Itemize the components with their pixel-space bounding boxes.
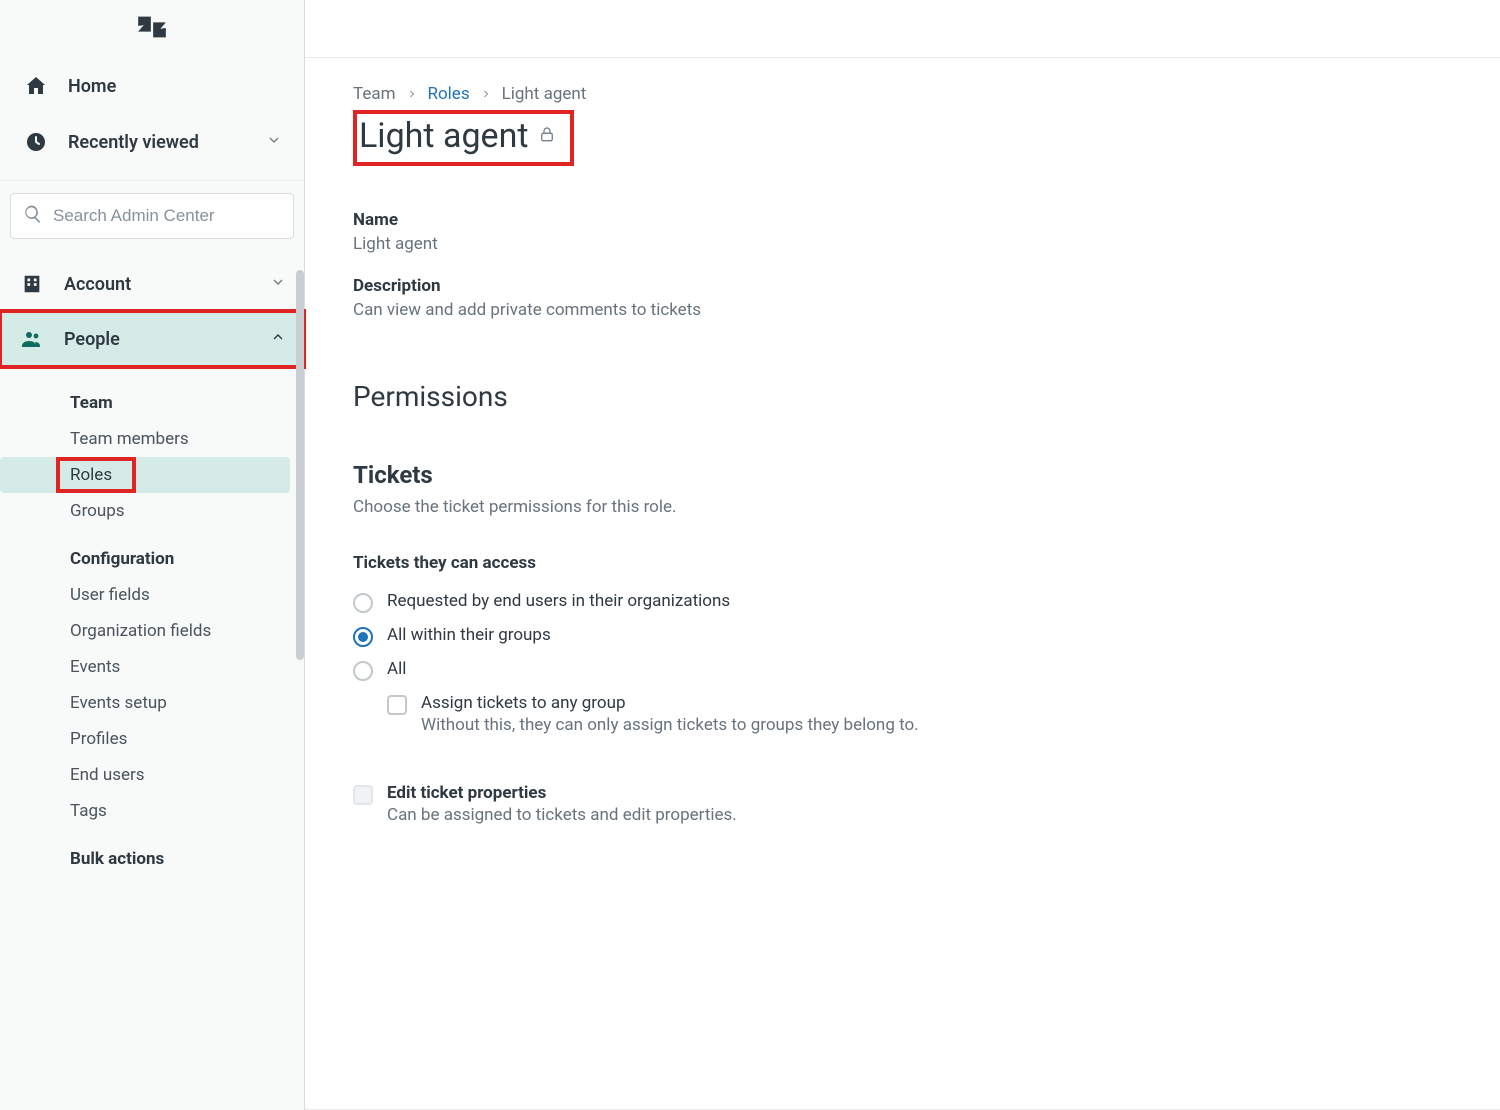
edit-props-group: Edit ticket properties Can be assigned t…	[353, 777, 1452, 831]
assign-any-group-desc: Without this, they can only assign ticke…	[421, 715, 919, 735]
breadcrumb-team: Team	[353, 84, 396, 104]
search-box[interactable]	[10, 193, 294, 239]
description-label: Description	[353, 276, 1452, 296]
page-title-highlight: Light agent	[353, 110, 574, 166]
subnav-heading-team: Team	[0, 373, 304, 421]
chevron-down-icon	[266, 132, 282, 153]
nav-recently-viewed[interactable]: Recently viewed	[0, 114, 304, 170]
subnav-heading-configuration: Configuration	[0, 529, 304, 577]
subnav-events[interactable]: Events	[0, 649, 290, 685]
nav-home[interactable]: Home	[0, 58, 304, 114]
checkbox-icon	[353, 785, 373, 805]
subnav-heading-bulk-actions: Bulk actions	[0, 829, 304, 877]
subnav-organization-fields[interactable]: Organization fields	[0, 613, 290, 649]
nav-recent-label: Recently viewed	[68, 132, 248, 153]
assign-any-group-label: Assign tickets to any group	[421, 693, 919, 713]
permissions-heading: Permissions	[353, 380, 1452, 413]
name-value: Light agent	[353, 234, 1452, 254]
clock-icon	[22, 128, 50, 156]
topbar	[305, 0, 1500, 58]
nav-home-label: Home	[68, 76, 282, 97]
building-icon	[18, 273, 46, 295]
subnav-profiles[interactable]: Profiles	[0, 721, 290, 757]
name-label: Name	[353, 210, 1452, 230]
section-account[interactable]: Account	[0, 257, 304, 311]
people-icon	[18, 327, 46, 351]
subnav-events-setup[interactable]: Events setup	[0, 685, 290, 721]
scrollbar-thumb[interactable]	[296, 270, 304, 660]
radio-groups[interactable]: All within their groups	[353, 619, 1452, 653]
tickets-access-group: Tickets they can access Requested by end…	[353, 553, 1452, 741]
edit-props-label: Edit ticket properties	[387, 783, 737, 803]
subnav-end-users[interactable]: End users	[0, 757, 290, 793]
brand-logo	[0, 0, 304, 58]
breadcrumb-current: Light agent	[502, 84, 587, 104]
edit-props-desc: Can be assigned to tickets and edit prop…	[387, 805, 737, 825]
page-title: Light agent	[359, 116, 528, 156]
chevron-right-icon	[406, 88, 418, 100]
section-account-label: Account	[64, 274, 252, 295]
lock-icon	[538, 124, 556, 148]
section-people[interactable]: People	[0, 311, 304, 367]
check-assign-any-group[interactable]: Assign tickets to any group Without this…	[353, 687, 1452, 741]
radio-icon	[353, 593, 373, 613]
field-description: Description Can view and add private com…	[353, 276, 1452, 320]
radio-org[interactable]: Requested by end users in their organiza…	[353, 585, 1452, 619]
content: Team Roles Light agent Light agent Name …	[305, 58, 1500, 1110]
main: Team Roles Light agent Light agent Name …	[305, 0, 1500, 1110]
section-people-label: People	[64, 329, 252, 350]
tickets-heading: Tickets	[353, 461, 1452, 489]
radio-all-label: All	[387, 659, 406, 679]
subnav-roles[interactable]: Roles	[0, 457, 290, 493]
search-input[interactable]	[53, 206, 281, 226]
radio-icon	[353, 661, 373, 681]
tickets-access-label: Tickets they can access	[353, 553, 1452, 573]
chevron-right-icon	[480, 88, 492, 100]
people-subnav: Team Team members Roles Groups Configura…	[0, 367, 304, 897]
tickets-desc: Choose the ticket permissions for this r…	[353, 497, 1452, 517]
subnav-groups[interactable]: Groups	[0, 493, 290, 529]
breadcrumb: Team Roles Light agent	[353, 84, 1452, 104]
chevron-down-icon	[270, 274, 286, 295]
subnav-roles-label: Roles	[70, 465, 112, 485]
description-value: Can view and add private comments to tic…	[353, 300, 1452, 320]
check-edit-props[interactable]: Edit ticket properties Can be assigned t…	[353, 777, 1452, 831]
radio-org-label: Requested by end users in their organiza…	[387, 591, 730, 611]
chevron-up-icon	[270, 329, 286, 350]
zendesk-logo-icon	[137, 12, 167, 46]
field-name: Name Light agent	[353, 210, 1452, 254]
radio-all[interactable]: All	[353, 653, 1452, 687]
checkbox-icon	[387, 695, 407, 715]
subnav-tags[interactable]: Tags	[0, 793, 290, 829]
radio-icon	[353, 627, 373, 647]
subnav-user-fields[interactable]: User fields	[0, 577, 290, 613]
sidebar: Home Recently viewed Account	[0, 0, 305, 1110]
home-icon	[22, 72, 50, 100]
radio-groups-label: All within their groups	[387, 625, 551, 645]
subnav-team-members[interactable]: Team members	[0, 421, 290, 457]
search-icon	[23, 204, 43, 228]
breadcrumb-roles-link[interactable]: Roles	[428, 84, 470, 104]
